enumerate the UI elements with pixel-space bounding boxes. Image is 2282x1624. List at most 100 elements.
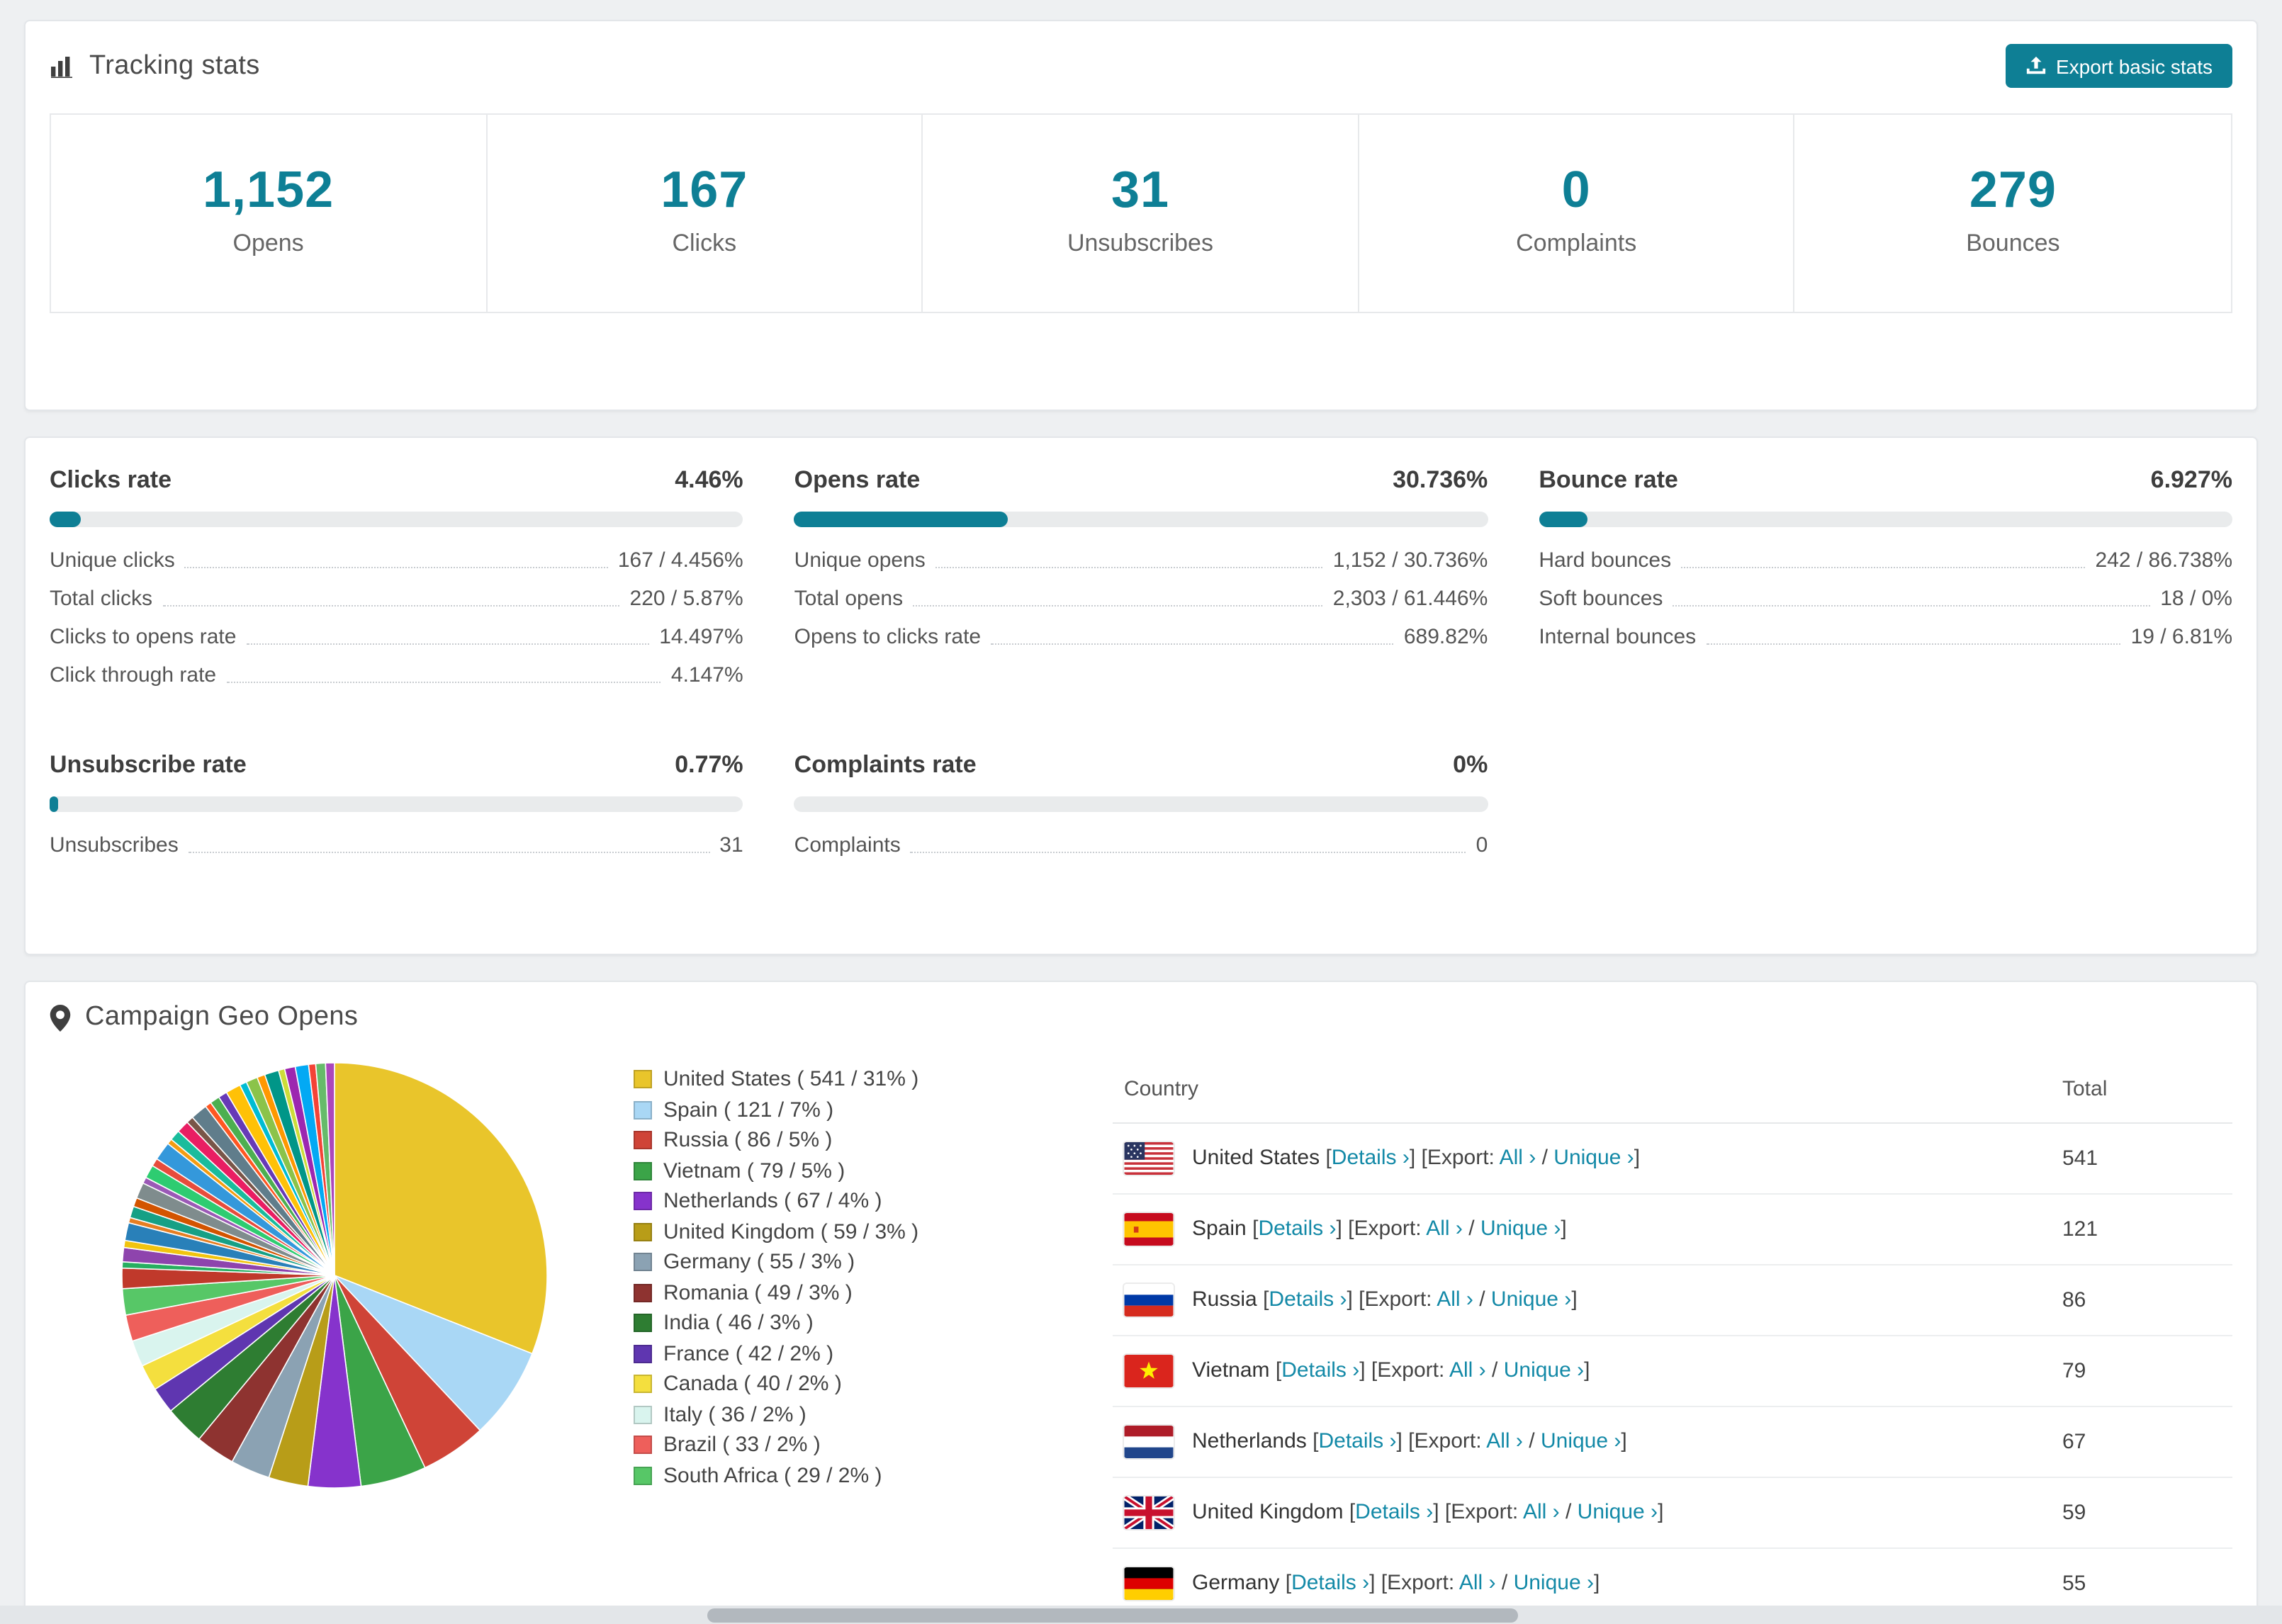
export-unique-link[interactable]: Unique › xyxy=(1578,1500,1658,1524)
rate-row-clicks-to-opens-rate: Clicks to opens rate 14.497% xyxy=(50,618,743,656)
export-all-link[interactable]: All › xyxy=(1437,1287,1473,1312)
geo-table-row-united-states: United States [Details ›] [Export: All ›… xyxy=(1113,1123,2232,1195)
stat-label-bounces: Bounces xyxy=(1966,230,2060,256)
rate-row-value: 242 / 86.738% xyxy=(2095,548,2233,573)
rate-value: 0% xyxy=(1453,751,1488,778)
geo-total-cell: 67 xyxy=(2051,1406,2232,1478)
rate-row-internal-bounces: Internal bounces 19 / 6.81% xyxy=(1539,618,2232,656)
rate-row-soft-bounces: Soft bounces 18 / 0% xyxy=(1539,580,2232,618)
geo-country-cell: Vietnam [Details ›] [Export: All › / Uni… xyxy=(1113,1336,2051,1407)
geo-opens-card: Campaign Geo Opens United States ( 541 /… xyxy=(24,981,2258,1624)
export-label: Export: xyxy=(1354,1216,1427,1241)
country-name: Russia xyxy=(1192,1287,1264,1312)
rate-title: Clicks rate xyxy=(50,466,172,493)
export-all-link[interactable]: All › xyxy=(1486,1429,1523,1453)
rate-row-label: Unique clicks xyxy=(50,548,175,573)
export-all-link[interactable]: All › xyxy=(1459,1571,1496,1595)
vn-flag-icon xyxy=(1124,1355,1174,1387)
export-label: Export: xyxy=(1427,1145,1500,1170)
rate-head: Complaints rate 0% xyxy=(794,751,1488,779)
export-all-link[interactable]: All › xyxy=(1449,1358,1486,1382)
rate-row-label: Opens to clicks rate xyxy=(794,625,982,649)
legend-swatch xyxy=(634,1314,652,1333)
gb-flag-icon xyxy=(1124,1496,1174,1529)
horizontal-scrollbar-thumb[interactable] xyxy=(707,1608,1518,1622)
export-all-link[interactable]: All › xyxy=(1500,1146,1536,1170)
legend-label: United Kingdom ( 59 / 3% ) xyxy=(663,1219,919,1244)
export-unique-link[interactable]: Unique › xyxy=(1504,1358,1584,1382)
bracket: ] [ xyxy=(1359,1358,1378,1382)
rate-value: 30.736% xyxy=(1393,466,1488,493)
rate-row-value: 18 / 0% xyxy=(2160,587,2232,611)
bracket: ] [ xyxy=(1369,1570,1388,1595)
legend-swatch xyxy=(634,1375,652,1394)
export-all-link[interactable]: All › xyxy=(1523,1500,1560,1524)
rate-row-label: Hard bounces xyxy=(1539,548,1672,573)
legend-label: Vietnam ( 79 / 5% ) xyxy=(663,1158,845,1183)
rate-row-complaints: Complaints 0 xyxy=(794,826,1488,864)
details-link[interactable]: Details › xyxy=(1355,1500,1433,1524)
page: Tracking stats Export basic stats 1,152 O… xyxy=(0,0,2282,1624)
geo-table-header-country: Country xyxy=(1113,1056,2051,1124)
export-unique-link[interactable]: Unique › xyxy=(1514,1571,1594,1595)
rate-progress-fill xyxy=(794,512,1008,527)
rate-row-unique-clicks: Unique clicks 167 / 4.456% xyxy=(50,541,743,580)
legend-swatch xyxy=(634,1192,652,1211)
legend-label: Italy ( 36 / 2% ) xyxy=(663,1402,806,1426)
rate-row-value: 31 xyxy=(719,833,743,857)
rate-progressbar xyxy=(794,796,1488,812)
legend-label: United States ( 541 / 31% ) xyxy=(663,1067,919,1091)
stat-value-clicks: 167 xyxy=(661,160,748,218)
stat-box-bounces: 279 Bounces xyxy=(1795,115,2231,312)
bracket: ] [ xyxy=(1347,1287,1365,1312)
rate-progressbar xyxy=(1539,512,2232,527)
details-link[interactable]: Details › xyxy=(1281,1358,1359,1382)
rate-row-value: 2,303 / 61.446% xyxy=(1332,587,1488,611)
rate-row-label: Complaints xyxy=(794,833,901,857)
rate-row-label: Total opens xyxy=(794,587,904,611)
export-basic-stats-button[interactable]: Export basic stats xyxy=(2005,44,2232,88)
rate-row-label: Clicks to opens rate xyxy=(50,625,237,649)
es-flag-icon xyxy=(1124,1213,1174,1246)
geo-table-row-russia: Russia [Details ›] [Export: All › / Uniq… xyxy=(1113,1265,2232,1336)
horizontal-scrollbar[interactable] xyxy=(0,1606,2282,1624)
dotted-leader xyxy=(246,643,650,645)
export-unique-link[interactable]: Unique › xyxy=(1541,1429,1621,1453)
legend-label: France ( 42 / 2% ) xyxy=(663,1341,834,1365)
geo-country-cell: Spain [Details ›] [Export: All › / Uniqu… xyxy=(1113,1194,2051,1265)
map-pin-icon xyxy=(50,1004,71,1031)
tracking-stats-card: Tracking stats Export basic stats 1,152 O… xyxy=(24,20,2258,411)
rate-block-clicks-rate: Clicks rate 4.46% Unique clicks 167 / 4.456… xyxy=(50,466,743,694)
details-link[interactable]: Details › xyxy=(1258,1217,1336,1241)
tracking-stats-title: Tracking stats xyxy=(89,50,260,80)
legend-swatch xyxy=(634,1283,652,1302)
rate-row-hard-bounces: Hard bounces 242 / 86.738% xyxy=(1539,541,2232,580)
dotted-leader xyxy=(188,852,710,853)
rate-row-value: 4.147% xyxy=(670,663,743,687)
export-unique-link[interactable]: Unique › xyxy=(1553,1146,1634,1170)
export-unique-link[interactable]: Unique › xyxy=(1491,1287,1571,1312)
rate-title: Bounce rate xyxy=(1539,466,1678,493)
bracket: ] [ xyxy=(1433,1499,1451,1524)
rate-title: Opens rate xyxy=(794,466,921,493)
details-link[interactable]: Details › xyxy=(1291,1571,1369,1595)
rate-value: 0.77% xyxy=(675,751,743,778)
details-link[interactable]: Details › xyxy=(1332,1146,1410,1170)
details-link[interactable]: Details › xyxy=(1269,1287,1347,1312)
geo-total-cell: 59 xyxy=(2051,1477,2232,1549)
export-label: Export: xyxy=(1451,1499,1523,1524)
bar-chart-icon xyxy=(50,55,75,77)
export-all-link[interactable]: All › xyxy=(1426,1217,1463,1241)
legend-label: Canada ( 40 / 2% ) xyxy=(663,1372,842,1396)
stat-value-opens: 1,152 xyxy=(203,160,335,218)
rate-row-label: Unsubscribes xyxy=(50,833,179,857)
geo-country-cell: United States [Details ›] [Export: All ›… xyxy=(1113,1123,2051,1195)
stat-boxes: 1,152 Opens 167 Clicks 31 Unsubscribes 0 Compla… xyxy=(50,113,2232,313)
bracket-close: ] xyxy=(1561,1216,1567,1241)
legend-swatch xyxy=(634,1222,652,1241)
details-link[interactable]: Details › xyxy=(1318,1429,1396,1453)
stat-box-complaints: 0 Complaints xyxy=(1359,115,1795,312)
bracket-close: ] xyxy=(1658,1499,1664,1524)
geo-table-row-netherlands: Netherlands [Details ›] [Export: All › /… xyxy=(1113,1406,2232,1478)
export-unique-link[interactable]: Unique › xyxy=(1480,1217,1561,1241)
